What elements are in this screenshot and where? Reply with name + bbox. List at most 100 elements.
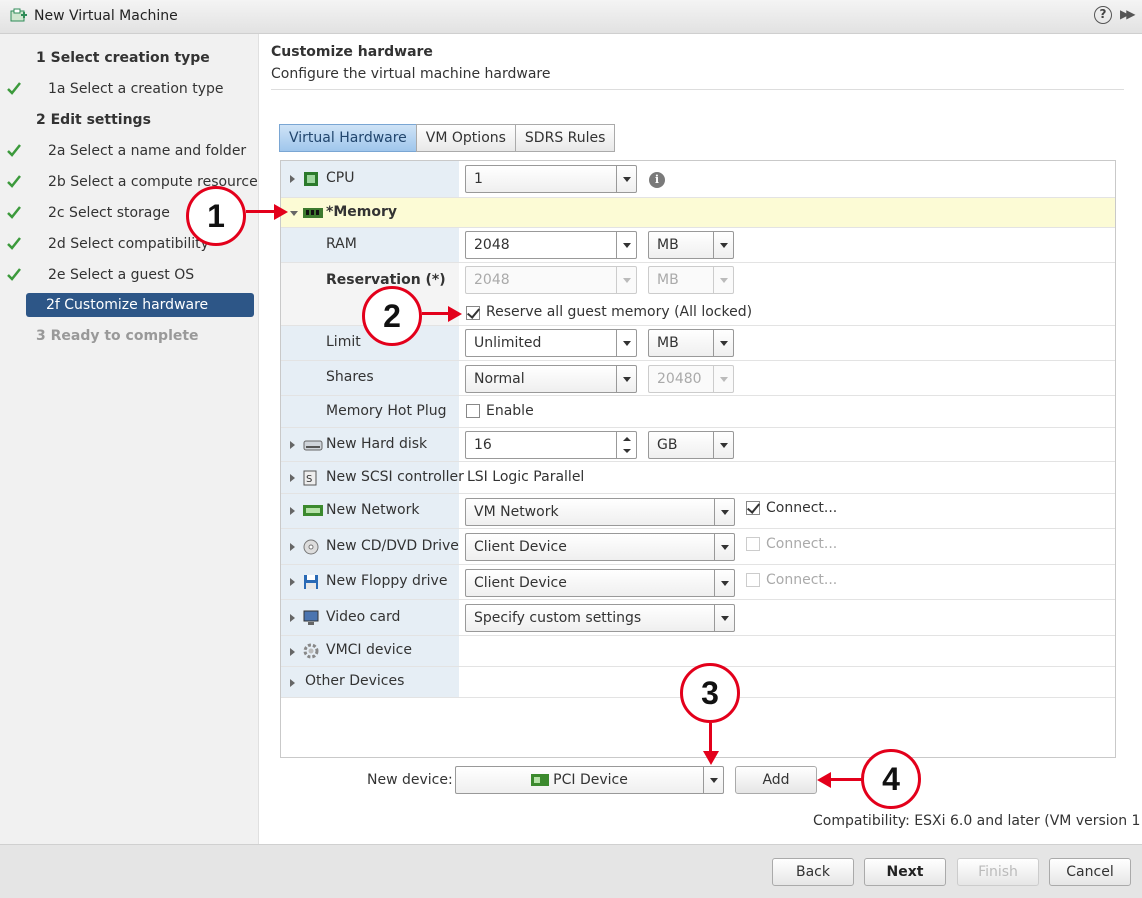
- limit-label: Limit: [326, 334, 361, 350]
- divider: [271, 89, 1124, 90]
- add-device-button[interactable]: Add: [735, 766, 817, 794]
- tab-vm-options[interactable]: VM Options: [415, 124, 516, 152]
- callout-4: 4: [861, 749, 921, 809]
- ram-unit-select[interactable]: MB: [648, 231, 734, 259]
- floppy-connect-label: Connect...: [766, 572, 838, 588]
- vm-icon: [10, 8, 27, 22]
- gear-icon: [303, 643, 319, 659]
- hw-row-shares: Shares Normal 20480: [281, 361, 1115, 396]
- cpu-label: CPU: [326, 170, 355, 186]
- reserve-all-label: Reserve all guest memory (All locked): [486, 304, 753, 320]
- compatibility-text: Compatibility: ESXi 6.0 and later (VM ve…: [813, 813, 1142, 829]
- step-2d[interactable]: 2d Select compatibility: [48, 231, 209, 257]
- shares-select[interactable]: Normal: [465, 365, 637, 393]
- back-button[interactable]: Back: [772, 858, 854, 886]
- expand-arrow-icon[interactable]: [290, 679, 295, 687]
- step-2a[interactable]: 2a Select a name and folder: [48, 138, 246, 164]
- scsi-value: LSI Logic Parallel: [467, 469, 585, 485]
- cddvd-connect-checkbox: [746, 537, 760, 551]
- step-2-header: 2 Edit settings: [36, 112, 151, 128]
- collapse-arrow-icon[interactable]: [290, 211, 298, 216]
- check-icon: [7, 82, 21, 95]
- hotplug-label: Memory Hot Plug: [326, 403, 447, 419]
- next-button[interactable]: Next: [864, 858, 946, 886]
- harddisk-unit-select[interactable]: GB: [648, 431, 734, 459]
- cpu-select[interactable]: 1: [465, 165, 637, 193]
- hw-row-cpu: CPU 1 i: [281, 161, 1115, 198]
- cddvd-label: New CD/DVD Drive: [326, 538, 459, 554]
- info-icon[interactable]: i: [649, 172, 665, 188]
- window-title: New Virtual Machine: [34, 8, 178, 24]
- hw-row-vmci: VMCI device: [281, 636, 1115, 667]
- check-icon: [7, 268, 21, 281]
- step-1-header: 1 Select creation type: [36, 50, 210, 66]
- shares-amount-input: 20480: [648, 365, 734, 393]
- ram-input[interactable]: 2048: [465, 231, 637, 259]
- expand-arrow-icon[interactable]: [290, 578, 295, 586]
- arrow-head-icon: [817, 772, 831, 788]
- cd-dvd-icon: [303, 539, 319, 555]
- memory-label: *Memory: [326, 204, 397, 220]
- hotplug-checkbox[interactable]: [466, 404, 480, 418]
- limit-unit-select[interactable]: MB: [648, 329, 734, 357]
- vmci-label: VMCI device: [326, 642, 412, 658]
- tab-virtual-hardware[interactable]: Virtual Hardware: [279, 124, 417, 152]
- floppy-select[interactable]: Client Device: [465, 569, 735, 597]
- tab-sdrs-rules[interactable]: SDRS Rules: [514, 124, 616, 152]
- expand-arrow-icon[interactable]: [290, 614, 295, 622]
- hw-row-memory: *Memory: [281, 198, 1115, 228]
- expand-arrow-icon[interactable]: [290, 441, 295, 449]
- title-bar: New Virtual Machine ? ▶▶: [0, 0, 1142, 34]
- check-icon: [7, 175, 21, 188]
- video-select[interactable]: Specify custom settings: [465, 604, 735, 632]
- help-icon[interactable]: ?: [1094, 6, 1112, 24]
- callout-1: 1: [186, 186, 246, 246]
- arrow-head-icon: [448, 306, 462, 322]
- reservation-input: 2048: [465, 266, 637, 294]
- scsi-controller-icon: S: [303, 470, 317, 486]
- arrow-head-icon: [274, 204, 288, 220]
- check-icon: [7, 206, 21, 219]
- network-select[interactable]: VM Network: [465, 498, 735, 526]
- network-connect-label: Connect...: [766, 500, 838, 516]
- video-label: Video card: [326, 609, 401, 625]
- cancel-button[interactable]: Cancel: [1049, 858, 1131, 886]
- expand-arrow-icon[interactable]: [290, 474, 295, 482]
- limit-input[interactable]: Unlimited: [465, 329, 637, 357]
- tab-bar: Virtual Hardware VM Options SDRS Rules: [279, 124, 616, 152]
- reserve-all-checkbox[interactable]: [466, 306, 480, 320]
- callout-arrow: [246, 210, 276, 213]
- cddvd-select[interactable]: Client Device: [465, 533, 735, 561]
- pci-device-icon: [531, 774, 550, 786]
- network-icon: [303, 505, 323, 516]
- new-device-select[interactable]: PCI Device: [455, 766, 724, 794]
- wizard-footer: Back Next Finish Cancel: [0, 844, 1142, 898]
- video-card-icon: [303, 610, 319, 625]
- floppy-icon: [304, 575, 318, 589]
- network-connect-checkbox[interactable]: [746, 501, 760, 515]
- step-1a[interactable]: 1a Select a creation type: [48, 76, 224, 102]
- hw-row-floppy: New Floppy drive Client Device Connect..…: [281, 565, 1115, 600]
- hw-row-ram: RAM 2048 MB: [281, 228, 1115, 263]
- step-2c[interactable]: 2c Select storage: [48, 200, 170, 226]
- floppy-label: New Floppy drive: [326, 573, 448, 589]
- network-label: New Network: [326, 502, 420, 518]
- harddisk-size-input[interactable]: 16: [465, 431, 637, 459]
- expand-arrow-icon[interactable]: [290, 507, 295, 515]
- expand-arrow-icon[interactable]: [290, 175, 295, 183]
- step-2e[interactable]: 2e Select a guest OS: [48, 262, 194, 288]
- callout-3: 3: [680, 663, 740, 723]
- page-subtitle: Configure the virtual machine hardware: [271, 66, 551, 82]
- arrow-head-icon: [703, 751, 719, 765]
- check-icon: [7, 237, 21, 250]
- hw-row-video: Video card Specify custom settings: [281, 600, 1115, 636]
- hotplug-enable-label: Enable: [486, 403, 534, 419]
- cddvd-connect-label: Connect...: [766, 536, 838, 552]
- shares-label: Shares: [326, 369, 374, 385]
- step-2f-selected[interactable]: 2f Customize hardware: [26, 293, 254, 317]
- expand-arrow-icon[interactable]: [290, 543, 295, 551]
- new-device-label: New device:: [367, 772, 453, 788]
- expand-icon[interactable]: ▶▶: [1120, 7, 1136, 21]
- expand-arrow-icon[interactable]: [290, 648, 295, 656]
- harddisk-label: New Hard disk: [326, 436, 428, 452]
